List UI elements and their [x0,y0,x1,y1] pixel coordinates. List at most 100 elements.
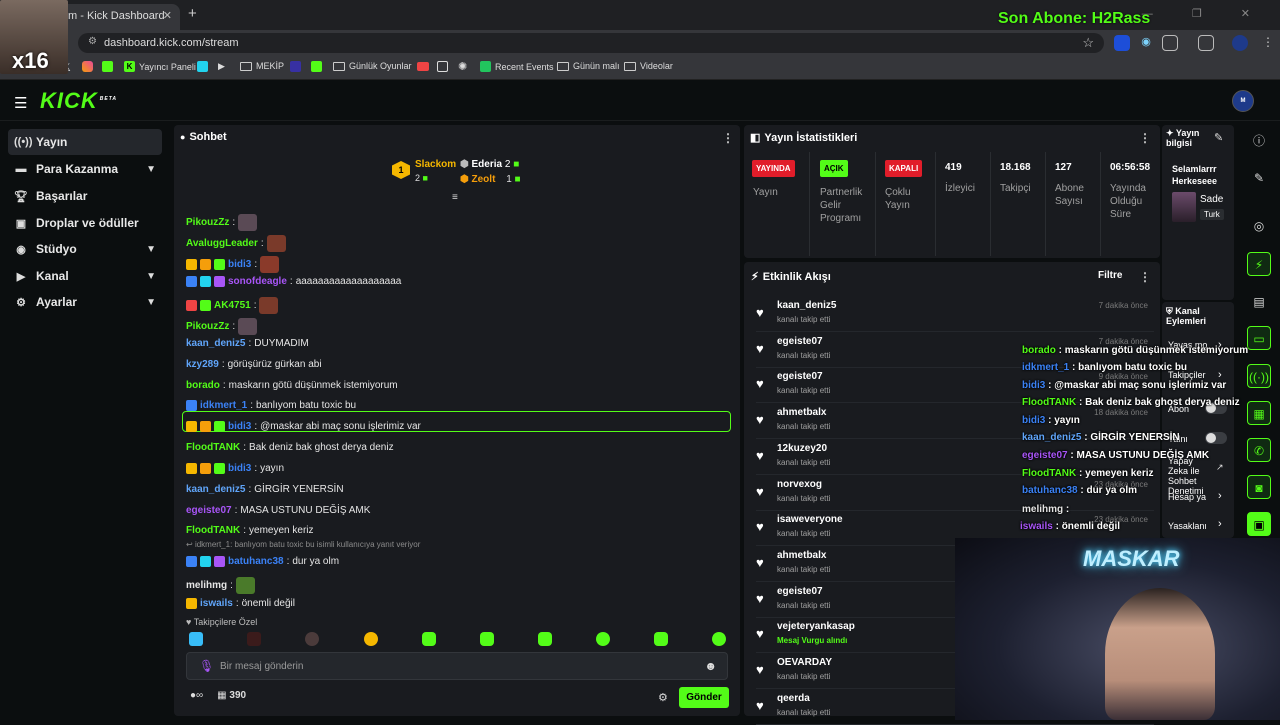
kick-logo[interactable]: KICK BETA [40,88,117,114]
emote[interactable] [364,632,378,646]
chat-message[interactable]: bidi3: @maskar abi maç sonu işlerimiz var [186,421,421,432]
bookmark-yayinci-paneli[interactable]: K Yayıncı Paneli [124,61,196,72]
chat-username[interactable]: bidi3 [228,259,251,270]
emote[interactable] [596,632,610,646]
chat-message[interactable]: idkmert_1: banlıyom batu toxic bu [186,400,356,411]
bookmark-recent-events[interactable]: Recent Events [480,61,554,72]
emote[interactable] [480,632,494,646]
document-icon[interactable]: ▤ [1247,290,1271,314]
chat-message[interactable]: AK4751: [186,297,281,314]
menu-icon[interactable]: ☰ [14,94,27,112]
chat-message[interactable]: iswails: önemli değil [186,598,295,609]
chat-message[interactable]: kaan_deniz5: DUYMADIM [186,338,309,349]
chat-message[interactable]: borado: maskarın götü düşünmek istemiyoru… [186,380,398,391]
chat-username[interactable]: kaan_deniz5 [186,484,245,495]
emoji-picker-icon[interactable]: ☻ [704,659,717,673]
chat-message[interactable]: AvaluggLeader: [186,235,289,252]
kick-bookmark-icon[interactable] [102,61,113,72]
ai-moderation-action[interactable]: Yapay Zeka ile Sohbet Denetimi [1168,456,1212,496]
event-username[interactable]: egeiste07 [777,371,823,382]
account-age-action[interactable]: Hesap ya [1168,492,1218,502]
event-username[interactable]: ahmetbalx [777,407,826,418]
scene-icon[interactable]: ▣ [1247,512,1271,536]
emote[interactable] [305,632,319,646]
extensions-puzzle-icon[interactable] [1162,35,1178,51]
chat-message[interactable]: FloodTANK: Bak deniz bak ghost derya deni… [186,442,394,453]
camera-icon[interactable]: ◙ [1247,475,1271,499]
emote[interactable] [654,632,668,646]
chat-username[interactable]: iswails [200,598,233,609]
second-place-name[interactable]: Ederia [472,159,503,170]
event-username[interactable]: norvexog [777,479,822,490]
sidebar-item-para-kazanma[interactable]: ▬ Para Kazanma ▼ [8,156,162,182]
third-place-name[interactable]: Zeolt [472,174,496,185]
instagram-bookmark-icon[interactable] [82,61,93,72]
chat-input[interactable]: 🎙︎ Bir mesaj gönderin ☻ [186,652,728,680]
event-username[interactable]: ahmetbalx [777,550,826,561]
bookmark-star-icon[interactable]: ☆ [1082,35,1094,51]
app-bookmark-icon[interactable] [197,61,208,72]
window-controls[interactable]: — ❐ ✕ [1142,7,1268,20]
emote-only-toggle[interactable] [1205,432,1227,444]
chat-emote[interactable] [238,214,258,231]
emote[interactable] [538,632,552,646]
chat-emote[interactable] [259,297,279,314]
chat-username[interactable]: idkmert_1 [200,400,247,411]
activity-options-icon[interactable]: ⋮ [1139,270,1151,284]
chat-username[interactable]: PikouzZz [186,321,229,332]
chat-message[interactable]: batuhanc38: dur ya olm [186,556,339,567]
wrench-icon[interactable]: ✆ [1247,438,1271,462]
activity-event[interactable]: ♥ kaan_deniz5 kanalı takip etti 7 dakika ön… [756,298,1154,332]
chat-username[interactable]: FloodTANK [186,442,240,453]
play-bookmark-icon[interactable]: ▶ [218,61,225,72]
chat-message[interactable]: PikouzZz: [186,318,260,335]
sidebar-item-droplar[interactable]: ▣ Droplar ve ödüller [8,210,162,236]
external-link-icon[interactable]: ↗ [1216,462,1224,473]
event-username[interactable]: kaan_deniz5 [777,300,836,311]
extension-icon[interactable] [1114,35,1130,51]
chat-options-icon[interactable]: ⋮ [722,131,734,145]
chat-message[interactable]: melihmg: [186,577,258,594]
emote[interactable] [422,632,436,646]
filter-button[interactable]: Filtre [1098,270,1122,281]
chevron-right-icon[interactable]: › [1218,490,1222,502]
address-bar[interactable]: ⚙ dashboard.kick.com/stream ☆ [78,33,1104,53]
chat-username[interactable]: PikouzZz [186,217,229,228]
bookmark-gunluk-oyunlar[interactable]: Günlük Oyunlar [333,61,412,71]
edit-stream-icon[interactable]: ✎ [1247,166,1271,190]
chat-username[interactable]: borado [186,380,220,391]
edit-icon[interactable]: ✎ [1214,131,1223,144]
audio-icon[interactable]: ◉ [1138,35,1154,51]
chat-message[interactable]: kzy289: görüşürüz gürkan abi [186,359,322,370]
chat-username[interactable]: kaan_deniz5 [186,338,245,349]
chat-username[interactable]: bidi3 [228,463,251,474]
event-username[interactable]: 12kuzey20 [777,443,827,454]
profile-avatar-icon[interactable] [1232,35,1248,51]
send-button[interactable]: Gönder [679,687,729,708]
event-username[interactable]: egeiste07 [777,336,823,347]
sidebar-item-studyo[interactable]: ◉ Stüdyo ▼ [8,236,162,262]
event-username[interactable]: vejeteryankasap [777,621,855,632]
event-username[interactable]: OEVARDAY [777,657,832,668]
chat-emote[interactable] [235,577,255,594]
target-icon[interactable]: ◎ [1247,214,1271,238]
chat-message[interactable]: bidi3: yayın [186,463,284,474]
category-name[interactable]: Sade [1200,194,1223,205]
user-avatar[interactable]: M [1232,90,1254,112]
chat-username[interactable]: melihmg [186,580,227,591]
close-tab-icon[interactable]: ✕ [163,9,172,22]
event-username[interactable]: isaweveryone [777,514,843,525]
kick2-bookmark-icon[interactable] [311,61,322,72]
chat-message[interactable]: FloodTANK: yemeyen keriz [186,525,314,536]
sidebar-item-kanal[interactable]: ▶ Kanal ▼ [8,263,162,289]
event-username[interactable]: qeerda [777,693,810,704]
sidepanel-icon[interactable] [1198,35,1214,51]
grid-icon[interactable]: ▦ [1247,401,1271,425]
bookmark-videolar[interactable]: Videolar [624,61,673,71]
sidebar-item-yayin[interactable]: ((•)) Yayın [8,129,162,155]
chat-emote[interactable] [266,235,286,252]
emote[interactable] [712,632,726,646]
new-tab-icon[interactable]: + [188,5,197,22]
chat-username[interactable]: kzy289 [186,359,219,370]
chat-message[interactable]: kaan_deniz5: GİRGİR YENERSİN [186,484,344,495]
